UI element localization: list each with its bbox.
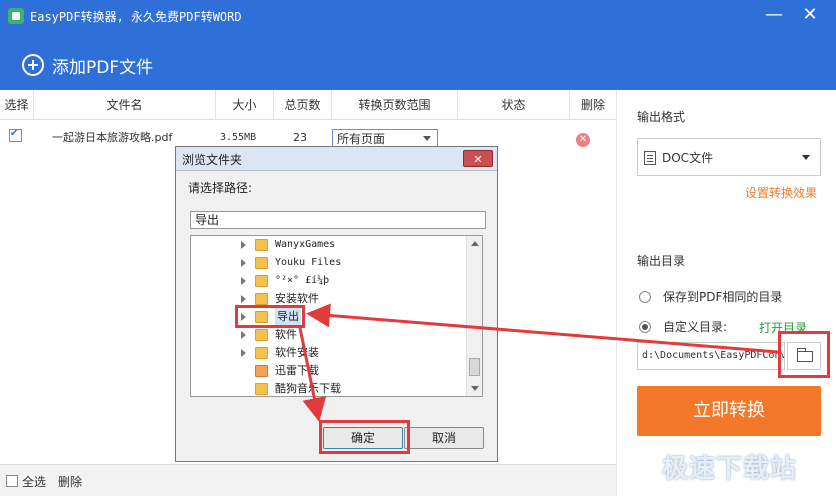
dialog-close-button[interactable]: ✕ [463,150,493,167]
row-select-checkbox[interactable] [9,128,22,142]
chevron-right-icon[interactable] [241,331,246,339]
radio-same-dir-label[interactable]: 保存到PDF相同的目录 [663,288,782,305]
chevron-right-icon[interactable] [241,241,246,249]
add-pdf-label: 添加PDF文件 [52,57,154,78]
app-logo-icon [8,8,24,24]
folder-icon [255,347,268,359]
output-dir-label: 输出目录 [637,254,686,268]
chevron-right-icon[interactable] [241,277,246,285]
tree-item[interactable]: Youku Files [191,254,461,272]
tree-item-label: 迅雷下载 [275,364,319,377]
delete-selected-button[interactable]: 删除 [58,473,82,490]
output-path-input[interactable]: d:\Documents\EasyPDFConv [637,342,785,370]
tree-item[interactable]: 迅雷下载 [191,362,461,380]
scroll-up-icon[interactable] [471,241,479,246]
radio-same-dir[interactable] [639,291,651,303]
col-filename: 文件名 [34,90,216,120]
title-bar: EasyPDF转换器, 永久免费PDF转WORD — ✕ 添加PDF文件 [0,0,836,90]
output-format-label: 输出格式 [637,110,686,124]
tree-item[interactable]: WanyxGames [191,236,461,254]
bottom-bar: 全选 删除 [0,464,616,496]
folder-icon [255,383,268,395]
scroll-thumb[interactable] [469,358,480,376]
chevron-down-icon [802,155,810,160]
plus-circle-icon [22,54,44,76]
file-table-header: 选择 文件名 大小 总页数 转换页数范围 状态 删除 [0,90,616,120]
col-delete: 删除 [580,98,605,112]
tree-item[interactable]: 安装软件 [191,290,461,308]
tree-item[interactable]: 软件安装 [191,344,461,362]
tree-item-label: WanyxGames [275,239,336,250]
folder-icon [255,275,268,287]
window-title: EasyPDF转换器, 永久免费PDF转WORD [30,10,242,24]
tree-item[interactable]: 酷狗音乐下载 [191,380,461,396]
page-range-value: 所有页面 [337,132,386,146]
minimize-button[interactable]: — [760,4,788,26]
col-size: 大小 [216,90,274,120]
browse-folder-dialog: 浏览文件夹 ✕ 请选择路径: 导出 酷狗音乐下载 迅雷下载 软件安装 软件 导出 安装软件… [175,146,498,462]
scroll-down-icon[interactable] [471,386,479,391]
format-value: DOC文件 [662,151,714,165]
tree-scrollbar[interactable] [466,236,482,396]
tree-item-label: 软件安装 [275,346,319,359]
highlight-ok-button [319,420,410,454]
conversion-settings-link[interactable]: 设置转换效果 [745,184,817,201]
dialog-prompt: 请选择路径: [188,181,253,195]
chevron-right-icon[interactable] [241,259,246,267]
chevron-right-icon[interactable] [241,349,246,357]
folder-icon [255,329,268,341]
tree-item[interactable]: °²×° £í¼þ [191,272,461,290]
output-settings-panel: 输出格式 DOC文件 设置转换效果 输出目录 保存到PDF相同的目录 自定义目录… [616,90,836,496]
watermark: 极速下载站 [662,454,798,484]
folder-icon [255,239,268,251]
document-icon [644,151,656,165]
folder-icon [255,365,268,377]
highlight-selected-folder [235,305,305,328]
close-button[interactable]: ✕ [796,4,824,26]
select-all-label[interactable]: 全选 [22,473,46,490]
dialog-cancel-button[interactable]: 取消 [404,427,484,449]
chevron-right-icon[interactable] [241,295,246,303]
tree-item-label: 软件 [275,328,297,341]
tree-item-label: Youku Files [275,257,342,268]
convert-now-button[interactable]: 立即转换 [637,386,821,436]
tree-item-label: °²×° £í¼þ [275,275,330,286]
radio-custom-dir-label[interactable]: 自定义目录: [663,318,727,335]
folder-icon [255,293,268,305]
tree-item[interactable]: 导出 [191,308,461,326]
col-range: 转换页数范围 [332,90,458,120]
dialog-title-bar: 浏览文件夹 ✕ [176,147,497,171]
add-pdf-button[interactable]: 添加PDF文件 [22,52,153,78]
close-circle-icon[interactable]: ✕ [576,133,590,147]
row-filename: 一起游日本旅游攻略.pdf [52,131,173,144]
highlight-browse-button [778,331,830,378]
col-pages: 总页数 [274,90,332,120]
tree-item[interactable]: 软件 [191,326,461,344]
col-select: 选择 [0,90,34,120]
select-all-checkbox[interactable] [6,475,18,487]
output-format-select[interactable]: DOC文件 [637,138,821,176]
tree-item-label: 酷狗音乐下载 [275,382,341,395]
chevron-down-icon [423,136,431,141]
radio-custom-dir[interactable] [639,321,651,333]
dialog-path-field[interactable]: 导出 [190,211,486,229]
col-status: 状态 [458,90,570,120]
dialog-title: 浏览文件夹 [182,153,243,167]
folder-icon [255,257,268,269]
folder-tree[interactable]: 酷狗音乐下载 迅雷下载 软件安装 软件 导出 安装软件 °²×° £í¼þ Youku Fil… [190,235,483,397]
